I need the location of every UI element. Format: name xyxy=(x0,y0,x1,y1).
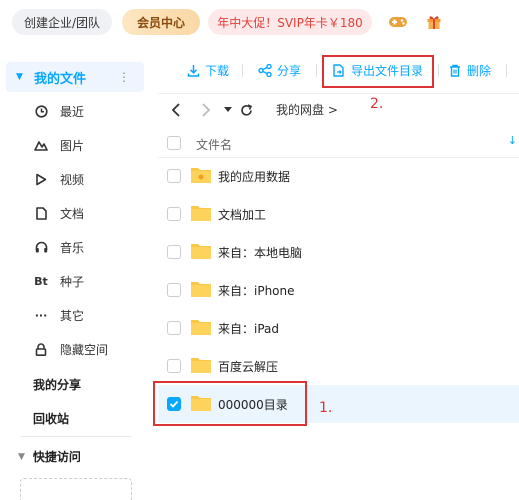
more-horizontal-icon: ··· xyxy=(34,308,48,322)
file-row[interactable]: 百度云解压 xyxy=(158,347,519,385)
file-name[interactable]: 我的应用数据 xyxy=(218,168,290,185)
file-name[interactable]: 来自：本地电脑 xyxy=(218,244,302,261)
caret-down-icon: ▼ xyxy=(18,451,25,462)
clock-icon xyxy=(33,104,49,118)
folder-icon xyxy=(190,165,212,185)
annotation-box-selected-folder xyxy=(153,381,307,426)
toolbar-divider xyxy=(438,64,439,77)
sidebar-recycle-bin[interactable]: 回收站 xyxy=(33,410,69,427)
navigation-bar: 我的网盘 > xyxy=(160,97,519,123)
sidebar-item-label: 视频 xyxy=(60,172,85,187)
sidebar-item-music[interactable]: 音乐 xyxy=(0,230,146,264)
back-arrow-icon[interactable] xyxy=(164,98,188,122)
annotation-step-1: 1. xyxy=(319,400,333,416)
file-name[interactable]: 来自：iPhone xyxy=(218,282,295,299)
sidebar-item-label: 最近 xyxy=(60,104,85,119)
refresh-icon[interactable] xyxy=(234,98,258,122)
sidebar-quick-access-label: 快捷访问 xyxy=(32,450,81,464)
sidebar-item-label: 音乐 xyxy=(60,240,85,255)
annotation-box-export xyxy=(322,55,434,88)
trash-icon xyxy=(448,63,462,77)
share-button[interactable]: 分享 xyxy=(258,55,301,85)
caret-down-icon: ▼ xyxy=(16,72,23,82)
toolbar-separator xyxy=(158,93,519,94)
sidebar-my-files[interactable]: ▼ 我的文件 ⋮ xyxy=(6,62,144,92)
file-name[interactable]: 百度云解压 xyxy=(218,358,278,375)
forward-arrow-icon[interactable] xyxy=(194,98,218,122)
quick-access-drop-zone[interactable] xyxy=(20,478,132,500)
sidebar-item-other[interactable]: ··· 其它 xyxy=(0,298,146,332)
sidebar-item-hidden-space[interactable]: 隐藏空间 xyxy=(0,332,146,366)
breadcrumb[interactable]: 我的网盘 > xyxy=(276,101,338,118)
column-header-filename[interactable]: 文件名 xyxy=(196,136,232,153)
file-row[interactable]: 来自：本地电脑 xyxy=(158,233,519,271)
folder-icon xyxy=(190,203,212,223)
delete-button[interactable]: 删除 xyxy=(448,55,491,85)
row-checkbox[interactable] xyxy=(167,283,181,297)
headphones-icon xyxy=(33,241,49,253)
more-vertical-icon[interactable]: ⋮ xyxy=(118,70,130,84)
sidebar-item-videos[interactable]: 视频 xyxy=(0,162,146,196)
select-all-checkbox[interactable] xyxy=(167,136,181,150)
vip-center-button[interactable]: 会员中心 xyxy=(122,9,200,35)
row-checkbox[interactable] xyxy=(167,169,181,183)
gift-icon[interactable] xyxy=(424,12,444,32)
sidebar-divider xyxy=(20,436,132,437)
sidebar-item-label: 其它 xyxy=(60,308,85,323)
file-row[interactable]: 我的应用数据 xyxy=(158,157,519,195)
download-button[interactable]: 下载 xyxy=(186,55,229,85)
folder-icon xyxy=(190,279,212,299)
gamepad-icon[interactable] xyxy=(388,12,408,32)
file-row[interactable]: 来自：iPhone xyxy=(158,271,519,309)
play-icon xyxy=(33,173,49,186)
row-checkbox[interactable] xyxy=(167,359,181,373)
sidebar-my-shares[interactable]: 我的分享 xyxy=(33,376,81,393)
document-icon xyxy=(33,206,49,220)
sidebar-item-label: 隐藏空间 xyxy=(60,342,109,357)
lock-icon xyxy=(33,342,49,356)
file-list-header: 文件名 ↓ xyxy=(158,128,519,158)
toolbar-divider xyxy=(506,64,507,77)
toolbar-divider xyxy=(242,64,243,77)
folder-icon xyxy=(190,355,212,375)
sidebar-item-label: 图片 xyxy=(60,138,85,153)
folder-icon xyxy=(190,317,212,337)
top-bar: 创建企业/团队 会员中心 年中大促！SVIP年卡￥180 xyxy=(0,0,519,46)
row-checkbox[interactable] xyxy=(167,321,181,335)
row-checkbox[interactable] xyxy=(167,207,181,221)
sidebar-item-label: 文档 xyxy=(60,206,85,221)
download-icon xyxy=(186,63,200,77)
annotation-step-2: 2. xyxy=(370,96,384,112)
share-icon xyxy=(258,63,272,77)
delete-label: 删除 xyxy=(467,63,492,78)
image-icon xyxy=(33,139,49,151)
bt-icon: Bt xyxy=(34,274,48,288)
folder-icon xyxy=(190,241,212,261)
share-label: 分享 xyxy=(277,63,302,78)
sidebar-quick-access[interactable]: ▼ 快捷访问 xyxy=(18,448,81,465)
file-name[interactable]: 来自：iPad xyxy=(218,320,279,337)
sidebar: ▼ 我的文件 ⋮ 最近 图片 视频 文档 音乐 Bt 种子 ··· 其它 隐藏空… xyxy=(0,56,146,500)
sidebar-item-label: 种子 xyxy=(60,274,85,289)
file-name[interactable]: 文档加工 xyxy=(218,206,266,223)
sidebar-item-documents[interactable]: 文档 xyxy=(0,196,146,230)
toolbar-divider xyxy=(316,64,317,77)
file-row[interactable]: 来自：iPad xyxy=(158,309,519,347)
file-row[interactable]: 文档加工 xyxy=(158,195,519,233)
sidebar-item-recent[interactable]: 最近 xyxy=(0,94,146,128)
sidebar-my-files-label: 我的文件 xyxy=(34,71,87,87)
download-label: 下载 xyxy=(205,63,230,78)
row-checkbox[interactable] xyxy=(167,245,181,259)
sort-arrow-icon[interactable]: ↓ xyxy=(508,134,517,147)
promo-banner[interactable]: 年中大促！SVIP年卡￥180 xyxy=(208,9,372,35)
create-org-button[interactable]: 创建企业/团队 xyxy=(12,9,112,35)
sidebar-item-images[interactable]: 图片 xyxy=(0,128,146,162)
sidebar-item-torrents[interactable]: Bt 种子 xyxy=(0,264,146,298)
